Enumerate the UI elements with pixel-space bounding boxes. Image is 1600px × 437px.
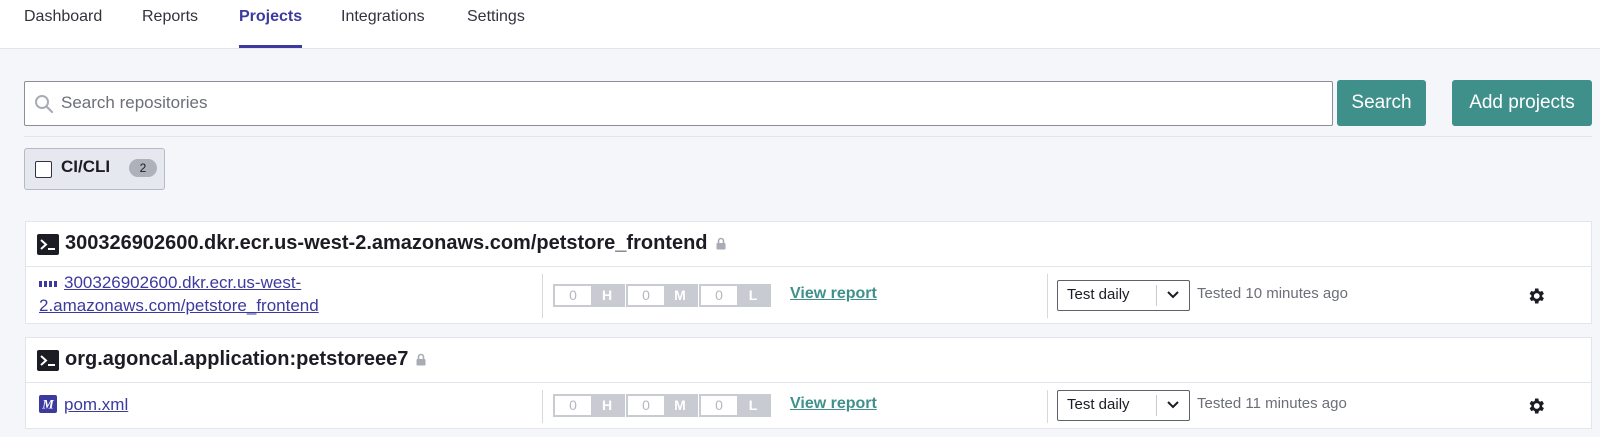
lock-icon	[416, 353, 426, 366]
low-severity-count: 0 L	[699, 394, 771, 417]
high-count: 0	[569, 397, 577, 413]
divider	[24, 136, 1592, 137]
gear-icon[interactable]	[1526, 396, 1546, 416]
svg-text:M: M	[41, 397, 54, 412]
project-target-row: M pom.xml 0 H 0 M 0 L View report Test d…	[26, 384, 1591, 429]
low-label: L	[737, 286, 769, 305]
gear-icon[interactable]	[1526, 286, 1546, 306]
column-divider	[1047, 274, 1048, 318]
project-title-text: 300326902600.dkr.ecr.us-west-2.amazonaws…	[65, 232, 708, 254]
high-label: H	[591, 286, 623, 305]
medium-label: M	[664, 396, 696, 415]
chevron-down-icon	[1167, 291, 1179, 299]
medium-severity-count: 0 M	[626, 284, 698, 307]
medium-count: 0	[642, 287, 650, 303]
test-frequency-select[interactable]: Test daily	[1057, 390, 1190, 421]
nav-tab-settings[interactable]: Settings	[467, 0, 525, 48]
cli-terminal-icon	[37, 234, 59, 255]
filter-checkbox[interactable]	[35, 161, 52, 178]
search-input[interactable]	[61, 82, 1321, 124]
project-title[interactable]: org.agoncal.application:petstoreee7	[65, 348, 426, 371]
project-header: 300326902600.dkr.ecr.us-west-2.amazonaws…	[26, 222, 1591, 267]
medium-label: M	[664, 286, 696, 305]
last-tested-time: Tested 11 minutes ago	[1197, 395, 1347, 412]
test-frequency-select[interactable]: Test daily	[1057, 280, 1190, 311]
view-report-link[interactable]: View report	[790, 395, 877, 413]
select-divider	[1156, 395, 1157, 416]
high-label: H	[591, 396, 623, 415]
lock-icon	[716, 237, 726, 250]
test-frequency-value: Test daily	[1067, 286, 1130, 303]
search-icon	[35, 95, 54, 114]
nav-tab-integrations[interactable]: Integrations	[341, 0, 425, 48]
add-projects-button[interactable]: Add projects	[1452, 80, 1592, 126]
target-link[interactable]: pom.xml	[64, 393, 128, 416]
chevron-down-icon	[1167, 401, 1179, 409]
low-count: 0	[715, 397, 723, 413]
column-divider	[542, 390, 543, 423]
column-divider	[1047, 390, 1048, 423]
target-link-line-2[interactable]: 2.amazonaws.com/petstore_frontend	[39, 294, 319, 317]
project-card: 300326902600.dkr.ecr.us-west-2.amazonaws…	[25, 221, 1592, 324]
column-divider	[542, 274, 543, 318]
test-frequency-value: Test daily	[1067, 396, 1130, 413]
project-title-text: org.agoncal.application:petstoreee7	[65, 348, 409, 370]
select-divider	[1156, 285, 1157, 306]
search-field[interactable]	[24, 81, 1333, 126]
last-tested-time: Tested 10 minutes ago	[1197, 285, 1348, 302]
view-report-link[interactable]: View report	[790, 285, 877, 303]
high-severity-count: 0 H	[553, 284, 625, 307]
low-count: 0	[715, 287, 723, 303]
target-link[interactable]: 300326902600.dkr.ecr.us-west- 2.amazonaw…	[39, 271, 319, 317]
nav-tab-reports[interactable]: Reports	[142, 0, 198, 48]
medium-severity-count: 0 M	[626, 394, 698, 417]
nav-tab-projects[interactable]: Projects	[239, 0, 303, 48]
project-target-row: 300326902600.dkr.ecr.us-west- 2.amazonaw…	[26, 268, 1591, 324]
high-severity-count: 0 H	[553, 394, 625, 417]
project-header: org.agoncal.application:petstoreee7	[26, 338, 1591, 383]
cli-terminal-icon	[37, 350, 59, 371]
top-navigation: Dashboard Reports Projects Integrations …	[0, 0, 1600, 49]
target-link-line-1[interactable]: 300326902600.dkr.ecr.us-west-	[39, 271, 319, 294]
project-title[interactable]: 300326902600.dkr.ecr.us-west-2.amazonaws…	[65, 232, 726, 255]
search-button[interactable]: Search	[1337, 80, 1426, 126]
filter-count-badge: 2	[129, 159, 157, 177]
project-card: org.agoncal.application:petstoreee7 M po…	[25, 337, 1592, 429]
maven-icon: M	[39, 395, 57, 413]
medium-count: 0	[642, 397, 650, 413]
filter-ci-cli[interactable]: CI/CLI 2	[24, 148, 165, 190]
filter-label: CI/CLI	[61, 157, 111, 176]
low-severity-count: 0 L	[699, 284, 771, 307]
low-label: L	[737, 396, 769, 415]
nav-tab-dashboard[interactable]: Dashboard	[24, 0, 102, 48]
high-count: 0	[569, 287, 577, 303]
